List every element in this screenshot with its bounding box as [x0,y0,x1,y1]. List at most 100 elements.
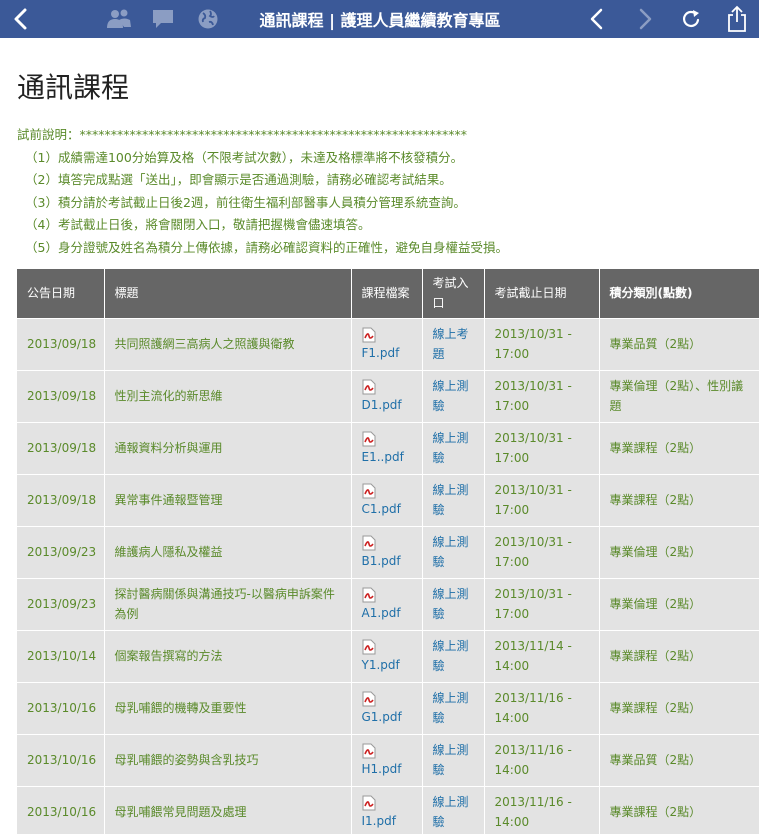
course-table: 公告日期 標題 課程檔案 考試入口 考試截止日期 積分類別(點數) 2013/0… [17,269,759,834]
course-file-link[interactable]: E1..pdf [362,447,412,467]
course-file-cell[interactable]: F1.pdf [351,318,423,371]
table-row: 2013/10/16 母乳哺餵的機轉及重要性 G1.pdf 線上測驗 2013/11/1… [17,682,759,735]
announce-date: 2013/09/18 [17,422,105,475]
exam-entry-link[interactable]: 線上測驗 [422,370,485,423]
course-file-cell[interactable]: E1..pdf [351,422,423,475]
people-icon[interactable] [104,0,134,38]
credit-category: 專業倫理（2點） [599,526,759,579]
exam-deadline: 2013/11/16 - 14:00 [484,682,600,735]
credit-category: 專業課程（2點） [599,786,759,834]
announce-date: 2013/10/16 [17,786,105,834]
table-row: 2013/10/16 母乳哺餵的姿勢與含乳技巧 H1.pdf 線上測驗 2013/11/… [17,734,759,787]
course-file-link[interactable]: B1.pdf [362,551,412,571]
pdf-file-icon[interactable] [362,743,376,759]
table-row: 2013/09/18 通報資料分析與運用 E1..pdf 線上測驗 2013/10/31… [17,422,759,475]
reload-icon[interactable] [676,0,706,38]
course-file-cell[interactable]: G1.pdf [351,682,423,735]
exam-entry-link[interactable]: 線上測驗 [422,786,485,834]
exam-deadline: 2013/10/31 - 17:00 [484,318,600,371]
announce-date: 2013/09/23 [17,578,105,631]
course-title: 個案報告撰寫的方法 [104,630,352,683]
pdf-file-icon[interactable] [362,587,376,603]
exam-deadline: 2013/10/31 - 17:00 [484,474,600,527]
course-file-link[interactable]: Y1.pdf [362,655,412,675]
exam-deadline: 2013/11/14 - 14:00 [484,630,600,683]
course-file-link[interactable]: I1.pdf [362,811,412,831]
browser-back-icon[interactable] [582,0,612,38]
announce-date: 2013/10/14 [17,630,105,683]
header-date: 公告日期 [17,269,105,319]
nav-title: 通訊課程 | 護理人員繼續教育專區 [259,11,501,30]
credit-category: 專業課程（2點） [599,630,759,683]
exam-entry-link[interactable]: 線上測驗 [422,630,485,683]
course-title: 探討醫病關係與溝通技巧-以醫病申訴案件為例 [104,578,352,631]
pdf-file-icon[interactable] [362,795,376,811]
course-file-cell[interactable]: D1.pdf [351,370,423,423]
exam-entry-link[interactable]: 線上測驗 [422,526,485,579]
header-deadline: 考試截止日期 [484,269,600,319]
course-title: 維護病人隱私及權益 [104,526,352,579]
share-icon[interactable] [722,0,752,38]
pdf-file-icon[interactable] [362,483,376,499]
credit-category: 專業倫理（2點） [599,578,759,631]
pdf-file-icon[interactable] [362,535,376,551]
pdf-file-icon[interactable] [362,327,376,343]
course-file-link[interactable]: C1.pdf [362,499,412,519]
course-file-link[interactable]: D1.pdf [362,395,412,415]
course-title: 共同照護網三高病人之照護與衛教 [104,318,352,371]
pdf-file-icon[interactable] [362,379,376,395]
table-row: 2013/09/18 異常事件通報暨管理 C1.pdf 線上測驗 2013/10/31 … [17,474,759,527]
browser-forward-icon[interactable] [630,0,660,38]
exam-entry-link[interactable]: 線上測驗 [422,734,485,787]
instruction-line-1: （1）成績需達100分始算及格（不限考試次數），未達及格標準將不核發積分。 [25,149,464,165]
table-row: 2013/09/23 維護病人隱私及權益 B1.pdf 線上測驗 2013/10/31 … [17,526,759,579]
course-file-cell[interactable]: C1.pdf [351,474,423,527]
instruction-line-5: （5）身分證號及姓名為積分上傳依據，請務必確認資料的正確性，避免自身權益受損。 [25,239,508,255]
exam-entry-link[interactable]: 線上測驗 [422,682,485,735]
exam-entry-link[interactable]: 線上測驗 [422,422,485,475]
exam-entry-link[interactable]: 線上測驗 [422,578,485,631]
course-file-cell[interactable]: B1.pdf [351,526,423,579]
message-icon[interactable] [148,0,178,38]
course-file-cell[interactable]: Y1.pdf [351,630,423,683]
announce-date: 2013/09/18 [17,318,105,371]
instruction-line-3: （3）積分請於考試截止日後2週，前往衛生福利部醫事人員積分管理系統查詢。 [25,194,466,210]
table-header-row: 公告日期 標題 課程檔案 考試入口 考試截止日期 積分類別(點數) [17,269,759,319]
announce-date: 2013/10/16 [17,682,105,735]
pdf-file-icon[interactable] [362,691,376,707]
top-navigation-bar: 通訊課程 | 護理人員繼續教育專區 [0,0,759,38]
page-title: 通訊課程 [17,71,130,104]
course-title: 異常事件通報暨管理 [104,474,352,527]
credit-category: 專業課程（2點） [599,474,759,527]
exam-deadline: 2013/11/16 - 14:00 [484,734,600,787]
exam-deadline: 2013/10/31 - 17:00 [484,578,600,631]
course-file-cell[interactable]: I1.pdf [351,786,423,834]
course-title: 母乳哺餵常見問題及處理 [104,786,352,834]
exam-entry-link[interactable]: 線上考題 [422,318,485,371]
exam-entry-link[interactable]: 線上測驗 [422,474,485,527]
header-credit: 積分類別(點數) [599,269,759,319]
announce-date: 2013/09/18 [17,474,105,527]
announce-date: 2013/09/18 [17,370,105,423]
header-title: 標題 [104,269,352,319]
course-file-cell[interactable]: H1.pdf [351,734,423,787]
back-chevron-icon[interactable] [6,0,36,38]
course-file-link[interactable]: F1.pdf [362,343,412,363]
course-file-link[interactable]: G1.pdf [362,707,412,727]
pdf-file-icon[interactable] [362,639,376,655]
course-title: 母乳哺餵的機轉及重要性 [104,682,352,735]
header-exam-entry: 考試入口 [422,269,485,319]
instruction-line-2: （2）填答完成點選「送出」，即會顯示是否通過測驗，請務必確認考試結果。 [25,172,452,187]
credit-category: 專業倫理（2點）、性別議題 [599,370,759,423]
course-title: 通報資料分析與運用 [104,422,352,475]
header-course-file: 課程檔案 [351,269,423,319]
course-file-link[interactable]: H1.pdf [362,759,412,779]
exam-deadline: 2013/11/16 - 14:00 [484,786,600,834]
table-row: 2013/09/23 探討醫病關係與溝通技巧-以醫病申訴案件為例 A1.pdf 線上測… [17,578,759,631]
announce-date: 2013/10/16 [17,734,105,787]
credit-category: 專業品質（2點） [599,318,759,371]
course-file-link[interactable]: A1.pdf [362,603,412,623]
course-title: 母乳哺餵的姿勢與含乳技巧 [104,734,352,787]
course-file-cell[interactable]: A1.pdf [351,578,423,631]
pdf-file-icon[interactable] [362,431,376,447]
